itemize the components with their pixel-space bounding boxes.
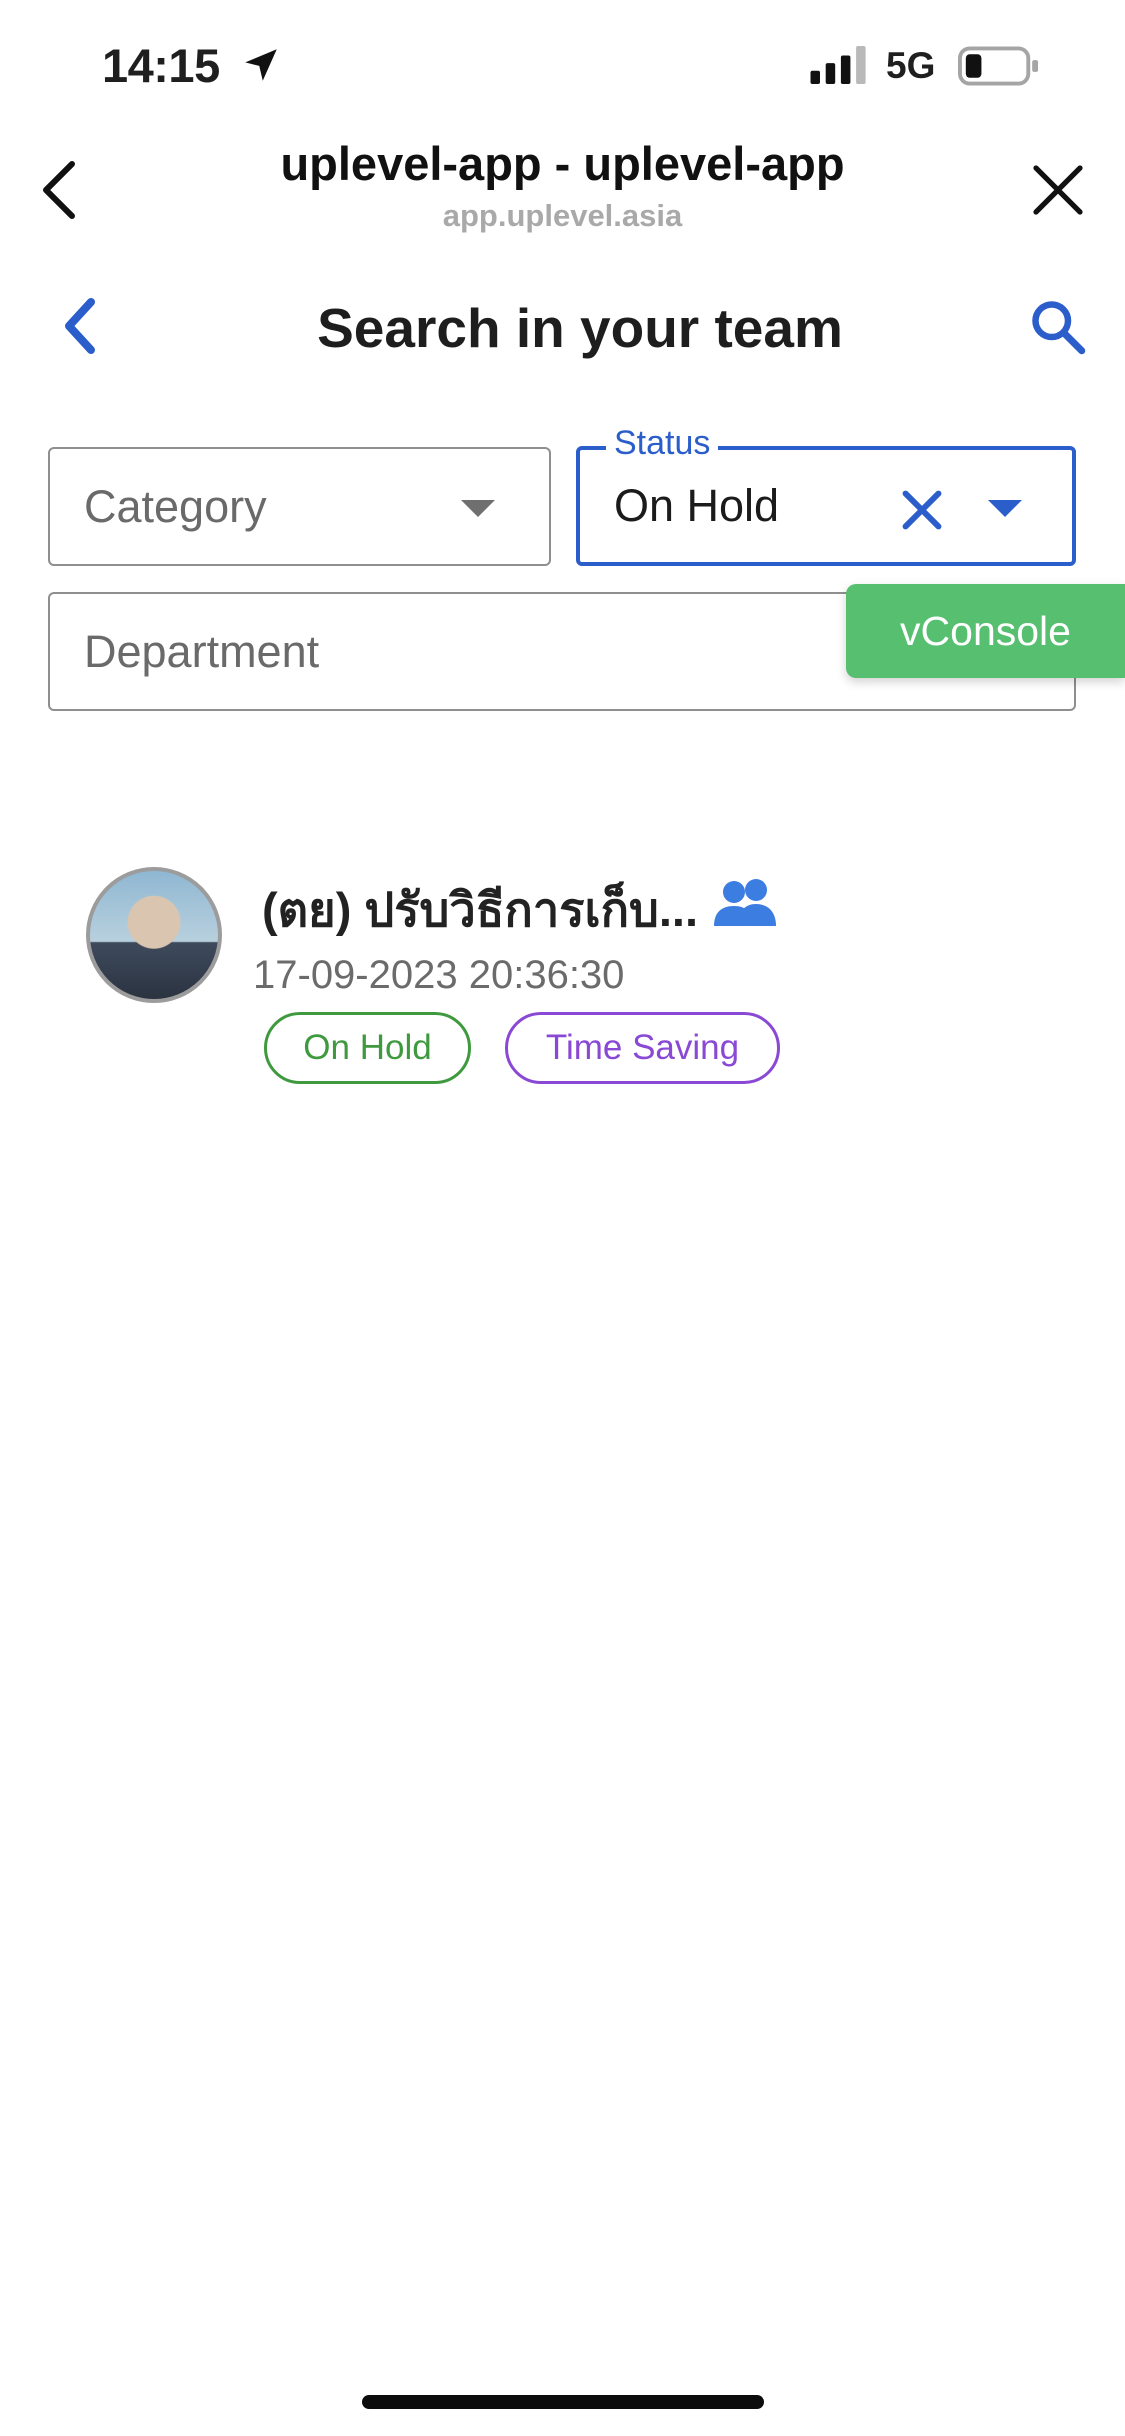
signal-icon [810,46,866,84]
chevron-down-icon [988,500,1022,517]
battery-icon [958,46,1039,86]
webview-title: uplevel-app - uplevel-app [280,137,845,190]
webview-url: app.uplevel.asia [442,198,683,233]
status-value: On Hold [614,480,780,531]
list-item[interactable]: (ตย) ปรับวิธีการเก็บ... 17-09-2023 20:36… [0,850,1125,1110]
department-placeholder: Department [84,625,320,677]
item-date: 17-09-2023 20:36:30 [253,953,625,997]
category-badge: Time Saving [505,1012,780,1084]
page: 14:15 5G uplevel-app - uplevel-app app.u… [0,0,1125,2436]
vconsole-button[interactable]: vConsole [846,584,1125,678]
status-select[interactable]: Status On Hold [576,424,1076,566]
status-label: Status [606,424,719,463]
category-select[interactable]: Category [48,447,551,566]
home-indicator[interactable] [362,2395,764,2409]
avatar [86,867,222,1003]
page-title: Search in your team [317,297,843,359]
search-icon[interactable] [1028,297,1088,357]
category-placeholder: Category [84,480,267,532]
clear-icon[interactable] [900,488,944,532]
network-type: 5G [886,45,936,86]
status-time: 14:15 [102,39,220,92]
chevron-down-icon [461,500,495,517]
group-icon [714,879,776,926]
location-arrow-icon [245,49,277,81]
item-title: (ตย) ปรับวิธีการเก็บ... [262,883,699,936]
close-icon[interactable] [1032,164,1084,216]
status-badge: On Hold [264,1012,471,1084]
